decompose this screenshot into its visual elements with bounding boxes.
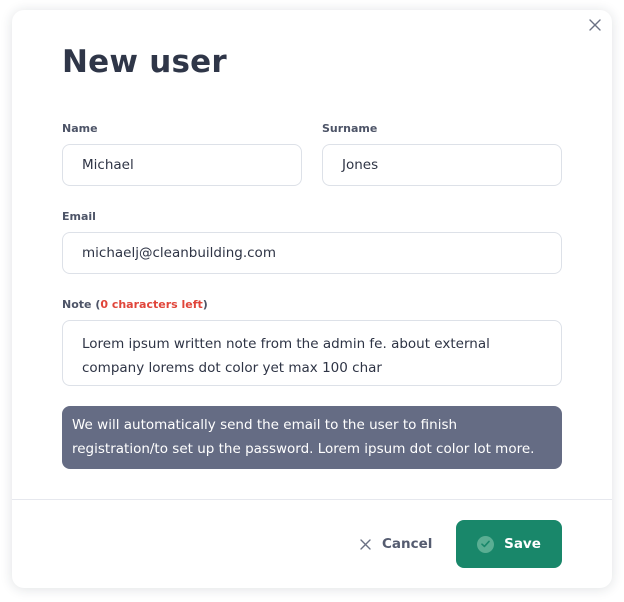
check-circle-icon (477, 535, 495, 553)
surname-value: Jones (342, 157, 379, 173)
name-label: Name (62, 122, 98, 135)
save-label: Save (504, 536, 541, 552)
name-input[interactable]: Michael (62, 144, 302, 186)
new-user-dialog: New user Name Michael Surname Jones Emai… (12, 10, 612, 588)
surname-label: Surname (322, 122, 378, 135)
note-label-close: ) (202, 298, 208, 311)
note-label-open: ( (91, 298, 101, 311)
close-icon (589, 19, 601, 31)
email-label: Email (62, 210, 96, 223)
cancel-label: Cancel (382, 536, 433, 552)
cancel-button[interactable]: Cancel (360, 529, 432, 559)
note-textarea[interactable]: Lorem ipsum written note from the admin … (62, 320, 562, 386)
dialog-title: New user (62, 44, 227, 80)
info-message-text: We will automatically send the email to … (72, 417, 535, 457)
note-label-text: Note (62, 298, 92, 311)
note-value: Lorem ipsum written note from the admin … (82, 336, 490, 376)
close-button[interactable] (586, 16, 604, 34)
characters-left-counter: 0 characters left (100, 298, 203, 311)
surname-input[interactable]: Jones (322, 144, 562, 186)
email-value: michaelj@cleanbuilding.com (82, 245, 276, 261)
email-input[interactable]: michaelj@cleanbuilding.com (62, 232, 562, 274)
name-value: Michael (82, 157, 134, 173)
note-label: Note (0 characters left) (62, 298, 208, 311)
footer-divider (12, 499, 612, 500)
info-message: We will automatically send the email to … (62, 406, 562, 469)
save-button[interactable]: Save (456, 520, 562, 568)
x-icon (360, 538, 371, 550)
